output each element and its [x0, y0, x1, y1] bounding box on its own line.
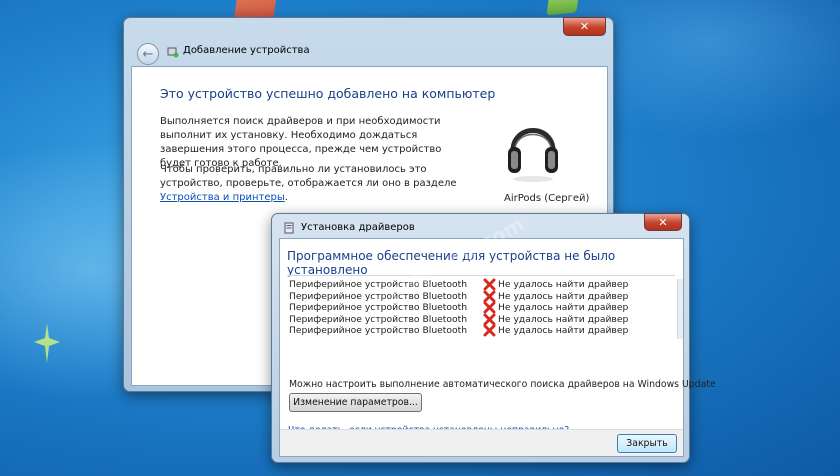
list-item: Периферийное устройство Bluetooth Не уда… — [289, 324, 629, 337]
close-icon: ✕ — [658, 215, 668, 229]
device-label: Периферийное устройство Bluetooth — [289, 290, 468, 302]
error-x-icon — [483, 324, 496, 337]
headphones-icon — [508, 128, 558, 182]
driver-install-content: Программное обеспечение для устройства н… — [279, 238, 716, 457]
list-scrollbar[interactable] — [677, 279, 683, 339]
list-item: Периферийное устройство Bluetooth Не уда… — [289, 278, 629, 291]
list-item: Периферийное устройство Bluetooth Не уда… — [289, 301, 629, 314]
driver-install-window: Установка драйверов ✕ Программное обеспе… — [271, 213, 716, 463]
close-button[interactable]: Закрыть — [617, 434, 677, 453]
status-label: Не удалось найти драйвер — [498, 302, 629, 313]
add-device-title: Добавление устройства — [183, 45, 310, 56]
driver-install-heading: Программное обеспечение для устройства н… — [287, 249, 616, 277]
device-name-label: AirPods (Сергей) — [504, 193, 590, 204]
list-item: Периферийное устройство Bluetooth Не уда… — [289, 313, 629, 325]
add-device-titlebar[interactable]: ← Добавление устройства ✕ — [131, 17, 606, 65]
devices-printers-link[interactable]: Устройства и принтеры — [160, 192, 285, 203]
add-device-close-button[interactable]: ✕ — [563, 17, 606, 36]
dialog-footer: Закрыть — [280, 429, 683, 456]
add-device-heading: Это устройство успешно добавлено на комп… — [160, 86, 496, 101]
driver-install-titlebar[interactable]: Установка драйверов ✕ — [279, 213, 682, 238]
device-label: Периферийное устройство Bluetooth — [289, 325, 468, 336]
status-label: Не удалось найти драйвер — [498, 290, 629, 302]
device-label: Периферийное устройство Bluetooth — [289, 313, 468, 325]
verify-text: Чтобы проверить, правильно ли установило… — [160, 163, 460, 205]
driver-status-list: Периферийное устройство Bluetooth Не уда… — [289, 278, 629, 337]
sparkle-icon — [34, 323, 60, 363]
list-item: Периферийное устройство Bluetooth Не уда… — [289, 290, 629, 302]
device-label: Периферийное устройство Bluetooth — [289, 302, 468, 313]
driver-install-icon — [284, 222, 294, 234]
change-settings-button[interactable]: Изменение параметров... — [289, 393, 422, 412]
verify-text-before: Чтобы проверить, правильно ли установило… — [160, 164, 457, 189]
status-label: Не удалось найти драйвер — [498, 279, 629, 290]
driver-install-close-button[interactable]: ✕ — [644, 213, 682, 231]
status-label: Не удалось найти драйвер — [498, 313, 629, 325]
verify-text-after: . — [284, 192, 288, 203]
back-arrow-icon: ← — [142, 46, 154, 62]
auto-search-text: Можно настроить выполнение автоматическо… — [289, 379, 716, 390]
driver-install-title: Установка драйверов — [301, 222, 415, 233]
close-icon: ✕ — [579, 20, 590, 33]
divider — [287, 275, 675, 276]
back-arrow-button[interactable]: ← — [137, 43, 159, 65]
status-label: Не удалось найти драйвер — [498, 325, 629, 336]
device-wizard-icon — [167, 47, 179, 58]
device-label: Периферийное устройство Bluetooth — [289, 279, 468, 290]
